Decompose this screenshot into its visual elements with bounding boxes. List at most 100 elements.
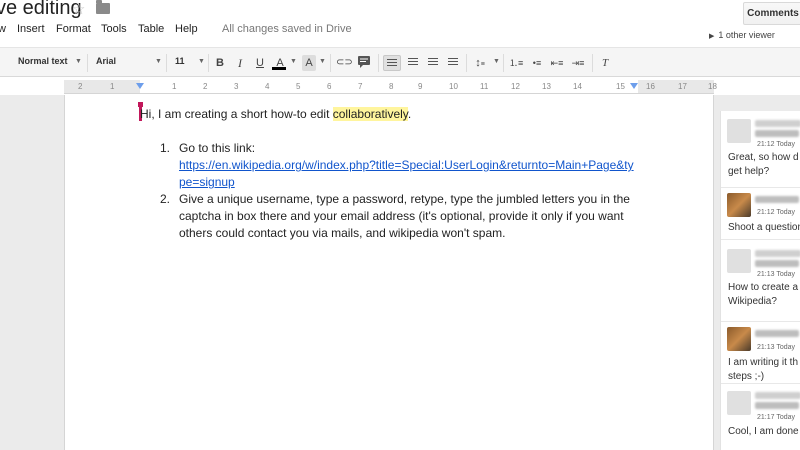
italic-button[interactable]: I (233, 55, 247, 71)
ruler-number: 10 (449, 82, 458, 91)
bold-button[interactable]: B (213, 55, 227, 71)
menu-insert[interactable]: Insert (17, 23, 45, 35)
link-icon[interactable]: ⊂⊃ (336, 55, 353, 71)
signup-link-continued[interactable]: pe=signup (179, 174, 634, 191)
ruler-number: 18 (708, 82, 717, 91)
right-indent-marker[interactable] (630, 83, 638, 89)
comment-author-blurred (755, 330, 799, 337)
toolbar-divider (592, 54, 593, 72)
comment-author-blurred (755, 260, 799, 267)
toolbar-divider (208, 54, 209, 72)
toolbar-divider (166, 54, 167, 72)
comment-timestamp: 21:12 Today (757, 141, 796, 148)
ruler-number: 15 (616, 82, 625, 91)
ruler-number: 1 (172, 82, 177, 91)
list-number: 1. (160, 141, 171, 155)
left-indent-marker[interactable] (136, 83, 144, 89)
comment-timestamp: 21:13 Today (757, 344, 796, 351)
ruler-number: 7 (358, 82, 363, 91)
bulleted-list-icon[interactable]: •≡ (530, 55, 544, 71)
list-item-text: others could contact you via mails, and … (179, 226, 506, 240)
list-number: 2. (160, 192, 171, 206)
list-item[interactable]: Go to this link: https://en.wikipedia.or… (179, 140, 634, 191)
toolbar-divider (87, 54, 88, 72)
align-right-button[interactable] (426, 55, 440, 71)
comment-divider (721, 383, 800, 384)
highlight-color-button[interactable]: A (302, 55, 316, 71)
comment-timestamp: 21:13 Today (757, 271, 796, 278)
menu-tools[interactable]: Tools (101, 23, 127, 35)
align-left-button[interactable] (383, 55, 401, 71)
document-title[interactable]: ve editing (0, 0, 82, 20)
comment-author-blurred (755, 392, 800, 399)
comment-timestamp: 21:17 Today (757, 414, 796, 421)
increase-indent-icon[interactable]: ⇥≡ (571, 55, 585, 71)
viewers-label: 1 other viewer (718, 30, 775, 40)
align-justify-icon (448, 58, 458, 67)
ruler-number: 5 (296, 82, 301, 91)
avatar (727, 119, 751, 143)
intro-paragraph[interactable]: Hi, I am creating a short how-to edit co… (140, 107, 411, 121)
comments-button[interactable]: Comments (743, 2, 800, 25)
comments-panel: 21:12 Today Great, so how d get help? 21… (720, 111, 800, 450)
comment-author-blurred (755, 196, 799, 203)
ruler-number: 3 (234, 82, 239, 91)
list-item[interactable]: Give a unique username, type a password,… (179, 191, 630, 242)
align-right-icon (428, 58, 438, 67)
chevron-down-icon: ▼ (319, 58, 326, 65)
avatar (727, 193, 751, 217)
comment-text: steps ;-) (728, 371, 765, 382)
clear-formatting-button[interactable]: T (598, 55, 612, 71)
comment-author-blurred (755, 402, 799, 409)
ruler-number: 4 (265, 82, 270, 91)
toolbar-divider (503, 54, 504, 72)
align-center-icon (408, 58, 418, 67)
comment-divider (721, 239, 800, 240)
save-status: All changes saved in Drive (222, 23, 352, 35)
comment-author-blurred (755, 120, 800, 127)
signup-link[interactable]: https://en.wikipedia.org/w/index.php?tit… (179, 157, 634, 174)
underline-button[interactable]: U (253, 55, 267, 71)
toolbar-divider (466, 54, 467, 72)
star-icon[interactable]: ☆ (72, 0, 85, 18)
viewers-indicator[interactable]: ▶ 1 other viewer (709, 30, 775, 40)
ruler-number: 8 (389, 82, 394, 91)
style-select[interactable]: Normal text (18, 56, 68, 66)
ruler-number: 13 (542, 82, 551, 91)
menu-help[interactable]: Help (175, 23, 198, 35)
comment-divider (721, 187, 800, 188)
caret-right-icon: ▶ (709, 33, 715, 40)
line-spacing-icon[interactable]: ↕≡ (473, 55, 487, 71)
ruler-number: 14 (573, 82, 582, 91)
align-justify-button[interactable] (446, 55, 460, 71)
menu-format[interactable]: Format (56, 23, 91, 35)
comment-icon[interactable] (357, 55, 371, 71)
menu-table[interactable]: Table (138, 23, 164, 35)
toolbar: Normal text ▼ Arial ▼ 11 ▼ B I U A ▼ A ▼… (0, 47, 800, 77)
avatar (727, 391, 751, 415)
title-bar: ve editing ☆ (0, 0, 800, 22)
comment-text: Wikipedia? (728, 296, 777, 307)
folder-icon[interactable] (96, 0, 110, 14)
ruler-number: 12 (511, 82, 520, 91)
intro-text-end: . (407, 107, 412, 121)
ruler-number: 9 (418, 82, 423, 91)
comment-author-blurred (755, 250, 800, 257)
toolbar-divider (378, 54, 379, 72)
chevron-down-icon: ▼ (290, 58, 297, 65)
chevron-down-icon: ▼ (155, 58, 162, 65)
comment-text: Shoot a question (728, 222, 800, 233)
highlighted-text: collaboratively (332, 107, 408, 121)
menu-view[interactable]: w (0, 23, 6, 35)
comment-text: Cool, I am done (728, 426, 799, 437)
font-select[interactable]: Arial (96, 56, 116, 66)
list-item-text: captcha in box there and your email addr… (179, 209, 624, 223)
ruler-number: 11 (480, 82, 489, 91)
numbered-list-icon[interactable]: ⒈≡ (509, 55, 523, 71)
decrease-indent-icon[interactable]: ⇤≡ (550, 55, 564, 71)
font-size-select[interactable]: 11 (175, 56, 185, 66)
ruler-number: 17 (678, 82, 687, 91)
chevron-down-icon: ▼ (198, 58, 205, 65)
chevron-down-icon: ▼ (75, 58, 82, 65)
align-center-button[interactable] (406, 55, 420, 71)
